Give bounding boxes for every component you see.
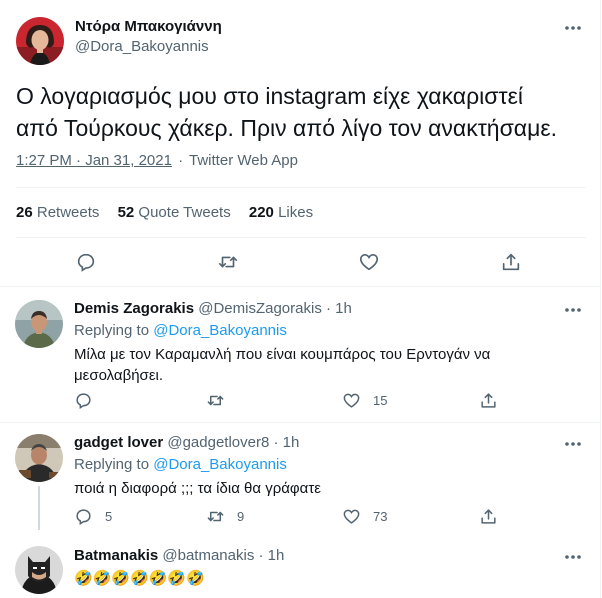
reply-avatar[interactable] bbox=[15, 434, 63, 482]
retweet-icon bbox=[206, 507, 225, 526]
quotes-count: 52 bbox=[117, 204, 135, 221]
reply-author-handle[interactable]: @DemisZagorakis bbox=[198, 300, 322, 317]
author-handle[interactable]: @Dora_Bakoyannis bbox=[75, 38, 209, 55]
reply-author-handle[interactable]: @gadgetlover8 bbox=[167, 434, 269, 451]
quotes-stat[interactable]: 52 Quote Tweets bbox=[118, 204, 235, 221]
likes-stat[interactable]: 220 Likes bbox=[249, 204, 313, 221]
tweet-stats: 26 Retweets 52 Quote Tweets 220 Likes bbox=[16, 204, 313, 221]
reply-time[interactable]: · 1h bbox=[259, 547, 285, 564]
reply-action-retweet[interactable]: 9 bbox=[206, 507, 244, 526]
more-options-icon[interactable] bbox=[563, 547, 583, 567]
replying-to-link[interactable]: @Dora_Bakoyannis bbox=[153, 322, 287, 339]
like-icon[interactable] bbox=[358, 251, 380, 273]
tweet-text-line: από Τούρκους χάκερ. Πριν από λίγο τον αν… bbox=[16, 115, 557, 141]
retweets-count: 26 bbox=[16, 204, 33, 221]
retweet-count: 9 bbox=[237, 509, 245, 524]
like-icon bbox=[342, 391, 361, 410]
reply-header: Batmanakis @batmanakis · 1h bbox=[74, 547, 284, 564]
reply-text: ποιά η διαφορά ;;; τα ίδια θα γράφατε bbox=[74, 478, 321, 499]
reply-action-like[interactable]: 15 bbox=[342, 391, 387, 410]
reply-author-name[interactable]: gadget lover bbox=[74, 434, 163, 451]
reply-action-reply[interactable] bbox=[74, 391, 105, 410]
retweets-label: Retweets bbox=[36, 204, 100, 221]
like-icon bbox=[342, 507, 361, 526]
like-count: 15 bbox=[373, 393, 388, 408]
reply-avatar[interactable] bbox=[15, 546, 63, 594]
divider bbox=[16, 187, 586, 188]
reply-header: gadget lover @gadgetlover8 · 1h bbox=[74, 434, 299, 451]
retweets-stat[interactable]: 26 Retweets bbox=[16, 204, 104, 221]
reply-action-reply[interactable]: 5 bbox=[74, 507, 112, 526]
divider bbox=[0, 286, 601, 287]
share-icon bbox=[479, 391, 498, 410]
reply-icon[interactable] bbox=[75, 251, 97, 273]
more-options-icon[interactable] bbox=[563, 300, 583, 320]
tweet-detail-panel: Ντόρα Μπακογιάννη @Dora_Bakoyannis Ο λογ… bbox=[0, 0, 601, 598]
reply-action-share[interactable] bbox=[479, 391, 498, 410]
reply-icon bbox=[74, 507, 93, 526]
meta-separator: · bbox=[178, 152, 184, 169]
reply-author-handle[interactable]: @batmanakis bbox=[162, 547, 254, 564]
reply-text: 🤣🤣🤣🤣🤣🤣🤣 bbox=[74, 568, 205, 589]
reply-text-line: 🤣🤣🤣🤣🤣🤣🤣 bbox=[74, 570, 205, 587]
reply-text: Μίλα με τον Καραμανλή που είναι κουμπάρο… bbox=[74, 344, 589, 386]
quotes-label: Quote Tweets bbox=[138, 204, 231, 221]
author-avatar[interactable] bbox=[16, 17, 64, 65]
replying-to: Replying to @Dora_Bakoyannis bbox=[74, 456, 287, 473]
replying-to: Replying to @Dora_Bakoyannis bbox=[74, 322, 287, 339]
reply-text-line: ποιά η διαφορά ;;; τα ίδια θα γράφατε bbox=[74, 480, 321, 497]
tweet-text-line: Ο λογαριασμός μου στο instagram είχε χακ… bbox=[16, 83, 523, 109]
share-icon[interactable] bbox=[500, 251, 522, 273]
divider bbox=[0, 422, 601, 423]
more-options-icon[interactable] bbox=[563, 434, 583, 454]
likes-label: Likes bbox=[278, 204, 314, 221]
more-options-icon[interactable] bbox=[563, 18, 583, 38]
tweet-meta: 1:27 PM · Jan 31, 2021 · Twitter Web App bbox=[16, 152, 298, 169]
thread-line bbox=[38, 486, 40, 530]
reply-text-line: Μίλα με τον Καραμανλή που είναι κουμπάρο… bbox=[74, 346, 491, 363]
tweet-timestamp[interactable]: 1:27 PM · Jan 31, 2021 bbox=[16, 152, 172, 169]
retweet-icon[interactable] bbox=[217, 251, 239, 273]
replying-to-link[interactable]: @Dora_Bakoyannis bbox=[153, 456, 287, 473]
replying-prefix: Replying to bbox=[74, 456, 150, 473]
reply-author-name[interactable]: Batmanakis bbox=[74, 547, 158, 564]
tweet-source[interactable]: Twitter Web App bbox=[189, 152, 298, 169]
reply-time[interactable]: · 1h bbox=[274, 434, 300, 451]
reply-action-retweet[interactable] bbox=[206, 391, 237, 410]
tweet-text: Ο λογαριασμός μου στο instagram είχε χακ… bbox=[16, 80, 586, 144]
reply-action-share[interactable] bbox=[479, 507, 498, 526]
replying-prefix: Replying to bbox=[74, 322, 150, 339]
reply-author-name[interactable]: Demis Zagorakis bbox=[74, 300, 194, 317]
reply-action-like[interactable]: 73 bbox=[342, 507, 387, 526]
share-icon bbox=[479, 507, 498, 526]
reply-time[interactable]: · 1h bbox=[326, 300, 352, 317]
reply-text-line: μεσολαβήσει. bbox=[74, 367, 164, 384]
reply-icon bbox=[74, 391, 93, 410]
like-count: 73 bbox=[373, 509, 388, 524]
retweet-icon bbox=[206, 391, 225, 410]
author-name[interactable]: Ντόρα Μπακογιάννη bbox=[75, 18, 222, 35]
divider bbox=[16, 237, 586, 238]
likes-count: 220 bbox=[248, 204, 274, 221]
reply-header: Demis Zagorakis @DemisZagorakis · 1h bbox=[74, 300, 352, 317]
reply-count: 5 bbox=[105, 509, 113, 524]
reply-avatar[interactable] bbox=[15, 300, 63, 348]
